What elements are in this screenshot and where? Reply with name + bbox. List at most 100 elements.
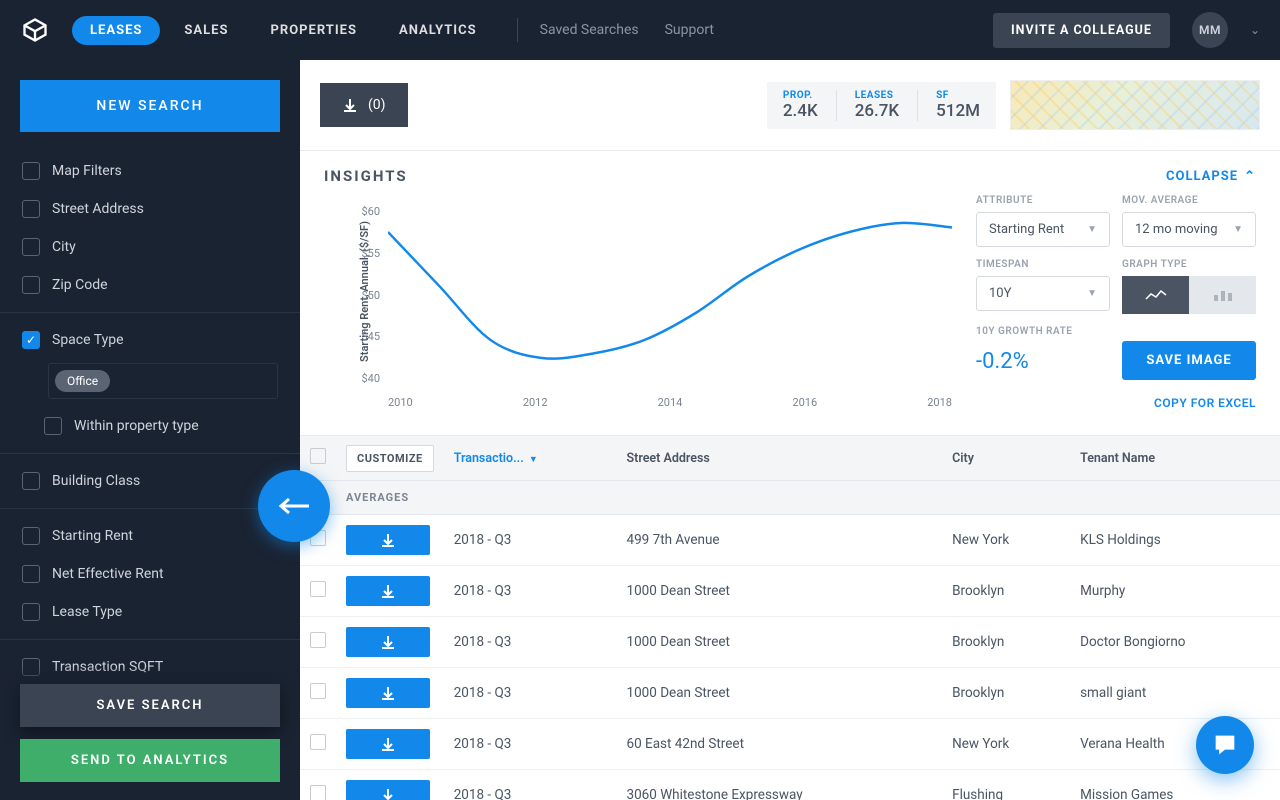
row-download-button[interactable] bbox=[346, 678, 430, 708]
table-row: 2018 - Q33060 Whitestone ExpresswayFlush… bbox=[300, 770, 1280, 800]
column-header[interactable]: Transactio... ▼ bbox=[444, 436, 617, 481]
nav-tab-sales[interactable]: SALES bbox=[166, 16, 246, 45]
invite-colleague-button[interactable]: INVITE A COLLEAGUE bbox=[993, 13, 1170, 48]
nav-link[interactable]: Saved Searches bbox=[540, 22, 639, 38]
filter-label: Within property type bbox=[74, 418, 199, 434]
send-to-analytics-button[interactable]: SEND TO ANALYTICS bbox=[20, 739, 280, 782]
table-cell: 1000 Dean Street bbox=[617, 668, 943, 719]
save-image-button[interactable]: SAVE IMAGE bbox=[1122, 341, 1256, 380]
checkbox[interactable] bbox=[22, 276, 40, 294]
insights-header: INSIGHTS COLLAPSE ⌃ bbox=[300, 151, 1280, 195]
row-checkbox[interactable] bbox=[310, 785, 326, 800]
column-header[interactable]: City bbox=[942, 436, 1070, 481]
table-cell: Doctor Bongiorno bbox=[1070, 617, 1278, 668]
table-cell: 499 7th Avenue bbox=[617, 515, 943, 566]
nav-tab-properties[interactable]: PROPERTIES bbox=[253, 16, 376, 45]
chat-button[interactable] bbox=[1196, 716, 1254, 774]
checkbox[interactable] bbox=[44, 417, 62, 435]
chart-controls: ATTRIBUTE Starting Rent ▼ MOV. AVERAGE 1… bbox=[976, 195, 1256, 415]
mini-map[interactable] bbox=[1010, 80, 1260, 130]
new-search-button[interactable]: NEW SEARCH bbox=[20, 80, 280, 132]
filter-item[interactable]: Lease Type bbox=[0, 593, 300, 631]
column-header[interactable]: Street Address bbox=[617, 436, 943, 481]
growth-value: -0.2% bbox=[976, 343, 1110, 380]
nav-link[interactable]: Support bbox=[665, 22, 714, 38]
filter-tag-input[interactable]: Office bbox=[48, 363, 278, 399]
select-all-checkbox[interactable] bbox=[310, 448, 326, 464]
filter-label: Street Address bbox=[52, 201, 144, 217]
table-row: 2018 - Q3499 7th AvenueNew YorkKLS Holdi… bbox=[300, 515, 1280, 566]
nav-tab-analytics[interactable]: ANALYTICS bbox=[381, 16, 495, 45]
table-cell: Murphy bbox=[1070, 566, 1278, 617]
user-menu-chevron-icon[interactable]: ⌄ bbox=[1250, 23, 1260, 37]
checkbox[interactable] bbox=[22, 603, 40, 621]
row-checkbox[interactable] bbox=[310, 683, 326, 699]
checkbox[interactable] bbox=[22, 565, 40, 583]
customize-button[interactable]: CUSTOMIZE bbox=[346, 445, 434, 472]
column-header[interactable]: Tenant Name bbox=[1070, 436, 1278, 481]
row-download-button[interactable] bbox=[346, 576, 430, 606]
checkbox[interactable] bbox=[22, 238, 40, 256]
row-download-button[interactable] bbox=[346, 627, 430, 657]
chevron-down-icon: ▼ bbox=[1087, 224, 1097, 235]
row-checkbox[interactable] bbox=[310, 581, 326, 597]
row-download-button[interactable] bbox=[346, 525, 430, 555]
filter-item[interactable]: ✓Space Type bbox=[0, 321, 300, 359]
row-checkbox[interactable] bbox=[310, 632, 326, 648]
movavg-select[interactable]: 12 mo moving ▼ bbox=[1122, 212, 1256, 247]
filter-item[interactable]: Within property type bbox=[0, 407, 300, 445]
filter-item[interactable]: Net Effective Rent bbox=[0, 555, 300, 593]
nav-tab-leases[interactable]: LEASES bbox=[72, 16, 160, 45]
filter-item[interactable]: Building Class bbox=[0, 462, 300, 500]
sidebar-footer: SAVE SEARCH SEND TO ANALYTICS bbox=[0, 666, 300, 800]
table-cell: Flushing bbox=[942, 770, 1070, 800]
attribute-label: ATTRIBUTE bbox=[976, 195, 1110, 206]
insights-title: INSIGHTS bbox=[324, 167, 408, 185]
filter-tag[interactable]: Office bbox=[55, 370, 110, 392]
top-nav: LEASESSALESPROPERTIESANALYTICS Saved Sea… bbox=[0, 0, 1280, 60]
stat: PROP.2.4K bbox=[783, 90, 818, 121]
nav-tabs: LEASESSALESPROPERTIESANALYTICS bbox=[72, 16, 495, 45]
filter-label: Starting Rent bbox=[52, 528, 133, 544]
timespan-label: TIMESPAN bbox=[976, 259, 1110, 270]
graph-type-line-button[interactable] bbox=[1122, 276, 1189, 314]
table-cell: Brooklyn bbox=[942, 668, 1070, 719]
row-download-button[interactable] bbox=[346, 780, 430, 800]
nav-separator bbox=[517, 18, 518, 42]
checkbox[interactable] bbox=[22, 472, 40, 490]
x-tick: 2018 bbox=[927, 396, 952, 409]
filter-item[interactable]: Street Address bbox=[0, 190, 300, 228]
stat-value: 2.4K bbox=[783, 101, 818, 121]
download-button[interactable]: (0) bbox=[320, 83, 408, 127]
timespan-select[interactable]: 10Y ▼ bbox=[976, 276, 1110, 311]
save-search-button[interactable]: SAVE SEARCH bbox=[20, 684, 280, 727]
filter-label: City bbox=[52, 239, 76, 255]
checkbox[interactable]: ✓ bbox=[22, 331, 40, 349]
table-cell: 2018 - Q3 bbox=[444, 719, 617, 770]
row-checkbox[interactable] bbox=[310, 734, 326, 750]
filter-label: Zip Code bbox=[52, 277, 108, 293]
filter-item[interactable]: Map Filters bbox=[0, 152, 300, 190]
chevron-down-icon: ▼ bbox=[1087, 288, 1097, 299]
checkbox[interactable] bbox=[22, 527, 40, 545]
attribute-select[interactable]: Starting Rent ▼ bbox=[976, 212, 1110, 247]
table-cell: 2018 - Q3 bbox=[444, 617, 617, 668]
avatar[interactable]: MM bbox=[1192, 12, 1228, 48]
table-cell: 1000 Dean Street bbox=[617, 566, 943, 617]
filter-item[interactable]: Zip Code bbox=[0, 266, 300, 304]
row-download-button[interactable] bbox=[346, 729, 430, 759]
table-cell: KLS Holdings bbox=[1070, 515, 1278, 566]
table-cell: Brooklyn bbox=[942, 566, 1070, 617]
copy-for-excel-link[interactable]: COPY FOR EXCEL bbox=[976, 396, 1256, 410]
table-cell: 2018 - Q3 bbox=[444, 668, 617, 719]
filter-item[interactable]: Starting Rent bbox=[0, 517, 300, 555]
filter-item[interactable]: City bbox=[0, 228, 300, 266]
chevron-up-icon: ⌃ bbox=[1244, 169, 1256, 184]
graph-type-bar-button[interactable] bbox=[1189, 276, 1256, 314]
checkbox[interactable] bbox=[22, 162, 40, 180]
stats-bar: (0) PROP.2.4KLEASES26.7KSF512M bbox=[300, 60, 1280, 151]
checkbox[interactable] bbox=[22, 200, 40, 218]
collapse-insights-button[interactable]: COLLAPSE ⌃ bbox=[1166, 169, 1256, 184]
collapse-sidebar-button[interactable] bbox=[258, 470, 330, 542]
y-axis: $60$55$50$45$40 bbox=[354, 205, 380, 385]
